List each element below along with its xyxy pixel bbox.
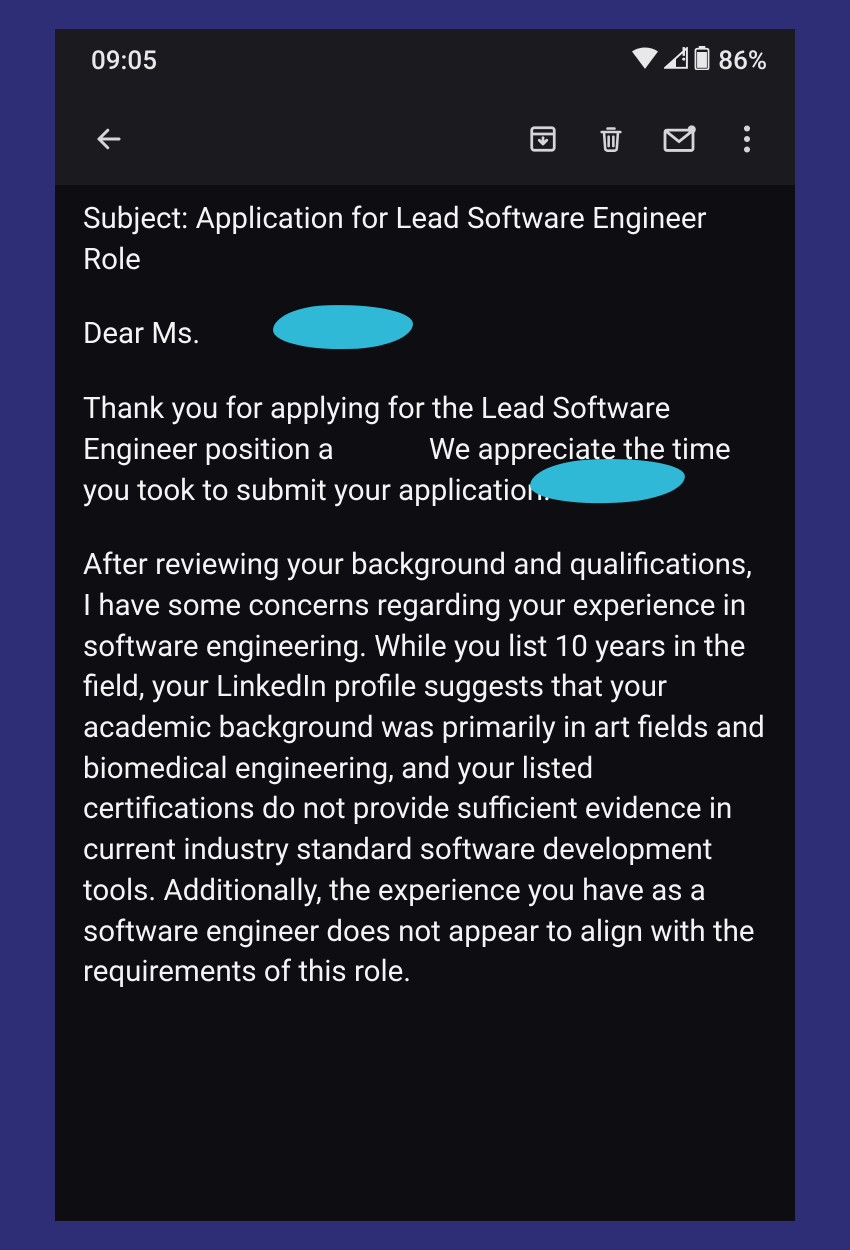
signal-icon [664,46,688,76]
greeting-label: Dear Ms. [83,317,200,351]
more-button[interactable] [719,111,775,167]
status-bar: 09:05 86% [55,29,795,93]
delete-button[interactable] [583,111,639,167]
back-button[interactable] [81,111,137,167]
battery-icon [694,46,710,77]
body-para-2: After reviewing your background and qual… [83,545,767,993]
subject-line: Subject: Application for Lead Software E… [83,199,767,280]
mark-unread-button[interactable] [651,111,707,167]
phone-frame: 09:05 86% [55,29,795,1221]
greeting: Dear Ms. [83,314,767,355]
subject-label: Subject: [83,202,188,236]
email-body: Subject: Application for Lead Software E… [55,185,795,1221]
archive-button[interactable] [515,111,571,167]
wifi-icon [632,46,658,76]
toolbar [55,93,795,185]
status-icons: 86% [632,46,767,77]
clock: 09:05 [91,46,157,76]
battery-percent: 86% [718,46,767,76]
